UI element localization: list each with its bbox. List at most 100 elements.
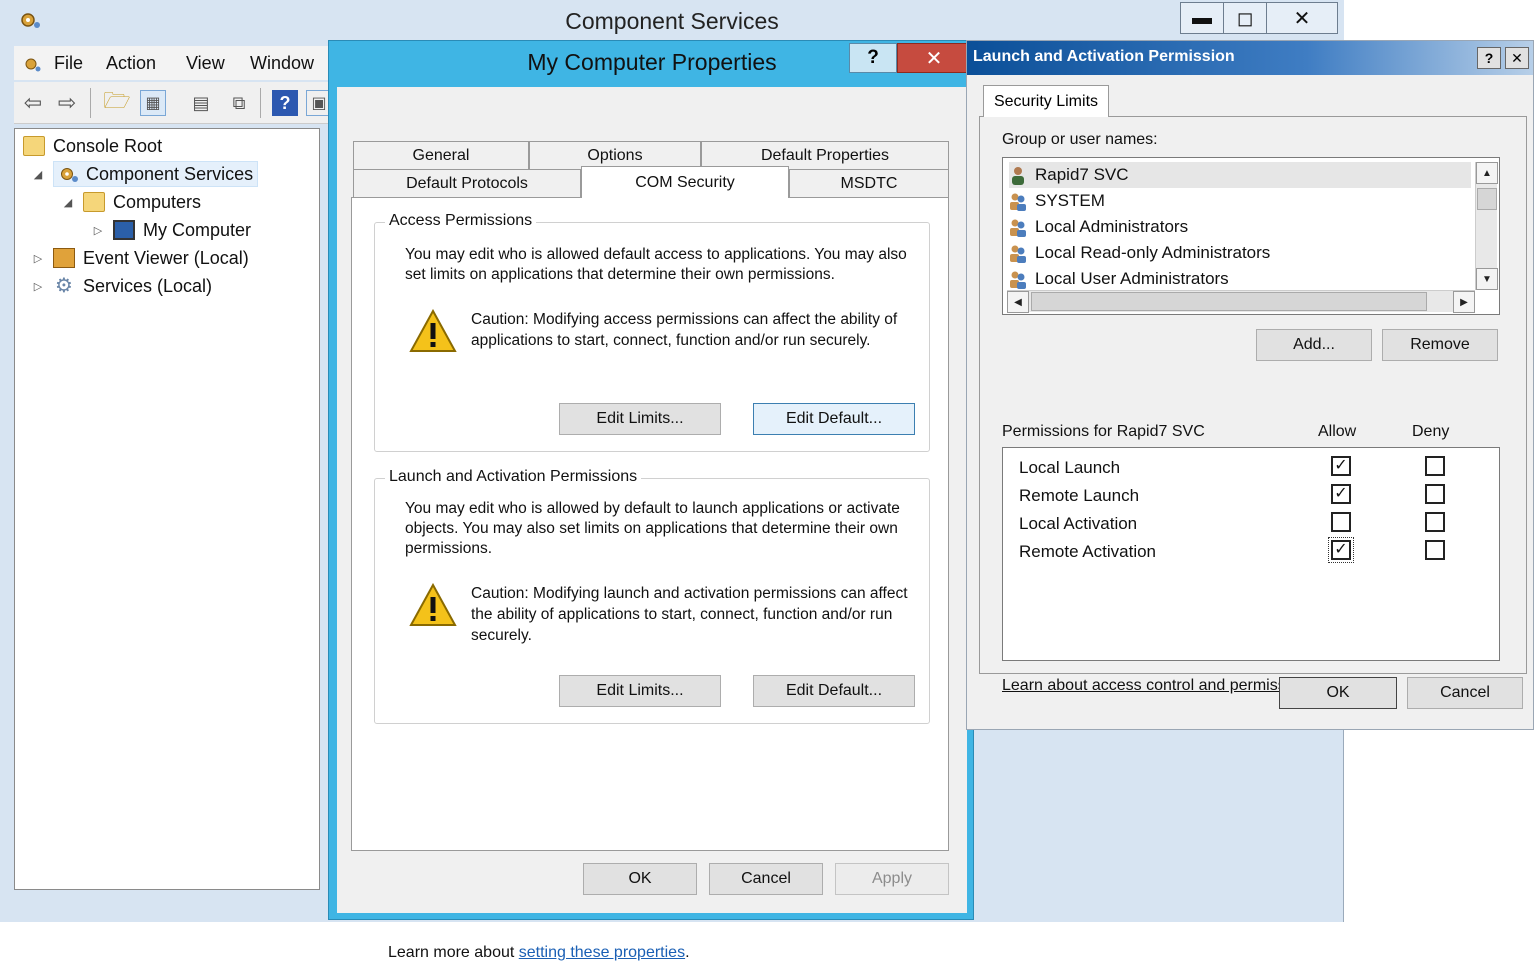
learn-more-prefix: Learn more about	[388, 944, 519, 961]
user-row-local-read-only-administrators[interactable]: Local Read-only Administrators	[1009, 240, 1471, 266]
user-icon	[1012, 167, 1024, 185]
launch-edit-default-button[interactable]: Edit Default...	[753, 675, 915, 707]
local-activation-deny-checkbox[interactable]	[1425, 512, 1445, 532]
tree-item-my-computer[interactable]: ▷ My Computer	[91, 217, 251, 243]
launch-description: You may edit who is allowed by default t…	[405, 500, 900, 557]
launch-activation-permission-dialog: Launch and Activation Permission ? ✕ Sec…	[966, 40, 1534, 730]
permissions-for-label: Permissions for Rapid7 SVC	[1002, 423, 1205, 440]
learn-access-control-link[interactable]: Learn about access control and permissio…	[1002, 677, 1315, 695]
menu-file[interactable]: File	[54, 53, 83, 74]
services-gear-icon: ⚙	[55, 275, 73, 297]
tab-general[interactable]: General	[353, 141, 529, 169]
user-row-local-administrators[interactable]: Local Administrators	[1009, 214, 1471, 240]
tree-item-computers[interactable]: ◢ Computers	[61, 189, 201, 215]
access-description: You may edit who is allowed default acce…	[405, 246, 907, 283]
scroll-thumb[interactable]	[1477, 188, 1497, 210]
expanded-arrow-icon[interactable]: ◢	[61, 196, 75, 209]
access-edit-default-button[interactable]: Edit Default...	[753, 403, 915, 435]
expanded-arrow-icon[interactable]: ◢	[31, 168, 45, 181]
access-permissions-group: Access Permissions You may edit who is a…	[374, 212, 930, 452]
horizontal-scrollbar[interactable]: ◀ ▶	[1007, 290, 1475, 313]
console-menu-icon[interactable]	[22, 54, 42, 74]
ok-button[interactable]: OK	[1279, 677, 1397, 709]
minimize-button[interactable]: ▬	[1180, 2, 1224, 34]
tree-item-component-services[interactable]: ◢ Component Services	[31, 161, 259, 187]
collapsed-arrow-icon[interactable]: ▷	[91, 224, 105, 237]
toolbar: ⇦ ⇨ 🗁 ▦ ▤ ⧉ ? ▣	[14, 82, 332, 124]
dialog-titlebar[interactable]: Launch and Activation Permission ? ✕	[967, 41, 1533, 75]
tab-options[interactable]: Options	[529, 141, 701, 169]
menu-action[interactable]: Action	[106, 53, 156, 74]
show-hide-tree-icon[interactable]: ▦	[140, 90, 166, 116]
access-edit-limits-button[interactable]: Edit Limits...	[559, 403, 721, 435]
menu-window[interactable]: Window	[250, 53, 314, 74]
maximize-button[interactable]: ◻	[1223, 2, 1267, 34]
vertical-scrollbar[interactable]: ▲ ▼	[1475, 162, 1498, 290]
close-button[interactable]: ✕	[1266, 2, 1338, 34]
up-folder-icon[interactable]: 🗁	[103, 88, 130, 116]
properties-icon[interactable]: ▤	[188, 90, 214, 116]
launch-edit-limits-button[interactable]: Edit Limits...	[559, 675, 721, 707]
collapsed-arrow-icon[interactable]: ▷	[31, 252, 45, 265]
group-icon	[1010, 271, 1026, 289]
tree-item-services[interactable]: ▷ ⚙ Services (Local)	[31, 273, 212, 299]
help-button[interactable]: ?	[1477, 47, 1501, 69]
tab-com-security[interactable]: COM Security	[581, 166, 789, 198]
back-arrow-icon[interactable]: ⇦	[20, 90, 46, 116]
user-name: Rapid7 SVC	[1035, 165, 1129, 184]
help-icon[interactable]: ?	[272, 90, 298, 116]
group-legend: Access Permissions	[385, 212, 537, 230]
mmc-title: Component Services	[565, 8, 779, 34]
tree-item-label: Console Root	[53, 135, 163, 156]
dialog-body: General Options Default Properties Defau…	[337, 87, 967, 961]
scroll-down-icon[interactable]: ▼	[1476, 268, 1498, 290]
local-launch-deny-checkbox[interactable]	[1425, 456, 1445, 476]
scroll-thumb[interactable]	[1031, 292, 1427, 311]
user-name: SYSTEM	[1035, 191, 1105, 210]
remote-launch-allow-checkbox[interactable]: ✓	[1331, 484, 1351, 504]
tree-item-console-root[interactable]: Console Root	[23, 133, 162, 159]
export-list-icon[interactable]: ⧉	[226, 90, 252, 116]
close-button[interactable]: ✕	[1505, 47, 1529, 69]
setting-these-properties-link[interactable]: setting these properties	[519, 944, 685, 961]
tab-security-limits[interactable]: Security Limits	[983, 85, 1109, 117]
scroll-up-icon[interactable]: ▲	[1476, 162, 1498, 184]
collapsed-arrow-icon[interactable]: ▷	[31, 280, 45, 293]
forward-arrow-icon[interactable]: ⇨	[54, 90, 80, 116]
remote-activation-allow-checkbox[interactable]: ✓	[1328, 537, 1354, 563]
ok-button[interactable]: OK	[583, 863, 697, 895]
component-services-icon	[61, 168, 78, 182]
tab-default-properties[interactable]: Default Properties	[701, 141, 949, 169]
menu-bar: File Action View Window	[14, 46, 330, 80]
permission-label: Remote Activation	[1019, 542, 1157, 561]
close-button[interactable]: ✕	[897, 43, 971, 73]
console-tree: Console Root ◢ Component Services ◢ Comp…	[14, 128, 320, 890]
apply-button[interactable]: Apply	[835, 863, 949, 895]
remove-button[interactable]: Remove	[1382, 329, 1498, 361]
computer-icon	[113, 220, 135, 240]
local-activation-allow-checkbox[interactable]	[1331, 512, 1351, 532]
com-security-page: Access Permissions You may edit who is a…	[351, 197, 949, 961]
permission-label: Local Launch	[1019, 458, 1121, 477]
mmc-titlebar[interactable]: Component Services ▬ ◻ ✕	[0, 0, 1344, 44]
cancel-button[interactable]: Cancel	[709, 863, 823, 895]
scroll-right-icon[interactable]: ▶	[1453, 291, 1475, 313]
local-launch-allow-checkbox[interactable]: ✓	[1331, 456, 1351, 476]
remote-activation-deny-checkbox[interactable]	[1425, 540, 1445, 560]
user-row-local-user-administrators[interactable]: Local User Administrators	[1009, 266, 1471, 292]
remote-launch-deny-checkbox[interactable]	[1425, 484, 1445, 504]
users-listbox[interactable]: Rapid7 SVC SYSTEM Local Administrators L…	[1002, 157, 1500, 315]
tree-item-label: Event Viewer (Local)	[83, 247, 249, 268]
add-button[interactable]: Add...	[1256, 329, 1372, 361]
cancel-button[interactable]: Cancel	[1407, 677, 1523, 709]
help-button[interactable]: ?	[849, 43, 897, 73]
user-row-rapid7-svc[interactable]: Rapid7 SVC	[1009, 162, 1471, 188]
menu-view[interactable]: View	[186, 53, 225, 74]
user-name: Local User Administrators	[1035, 269, 1229, 288]
scroll-left-icon[interactable]: ◀	[1007, 291, 1029, 313]
tab-msdtc[interactable]: MSDTC	[789, 169, 949, 197]
learn-more-suffix: .	[685, 944, 690, 961]
user-row-system[interactable]: SYSTEM	[1009, 188, 1471, 214]
tree-item-event-viewer[interactable]: ▷ Event Viewer (Local)	[31, 245, 249, 271]
tab-default-protocols[interactable]: Default Protocols	[353, 169, 581, 197]
